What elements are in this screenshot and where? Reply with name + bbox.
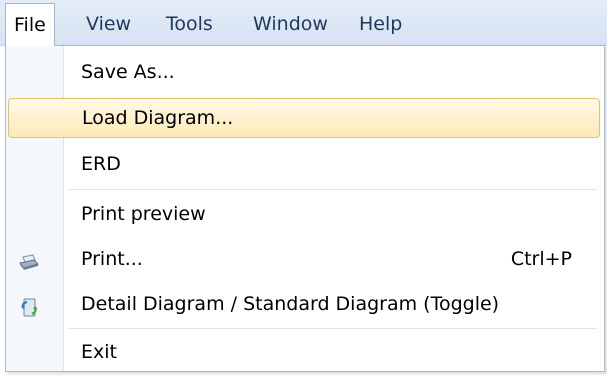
menu-help[interactable]: Help bbox=[359, 10, 402, 38]
menu-item-label: Print preview bbox=[81, 203, 206, 225]
menu-separator bbox=[69, 189, 597, 190]
application-window: View Tools Window Help File Save As... L… bbox=[0, 0, 607, 376]
menu-item-label: Save As... bbox=[81, 61, 175, 83]
printer-icon bbox=[18, 248, 40, 270]
menu-item-shortcut: Ctrl+P bbox=[510, 248, 572, 270]
menu-bar: View Tools Window Help bbox=[0, 0, 607, 46]
menu-item-print[interactable]: Print... Ctrl+P bbox=[6, 239, 602, 279]
file-dropdown-menu: Save As... Load Diagram... ERD Print pre… bbox=[5, 45, 605, 372]
menu-view[interactable]: View bbox=[86, 10, 131, 38]
menu-item-erd[interactable]: ERD bbox=[6, 144, 602, 184]
menu-item-label: Load Diagram... bbox=[82, 107, 234, 129]
toggle-diagram-icon bbox=[18, 293, 40, 317]
menu-item-label: Detail Diagram / Standard Diagram (Toggl… bbox=[81, 293, 500, 315]
menu-window[interactable]: Window bbox=[253, 10, 328, 38]
menu-item-label: Print... bbox=[81, 248, 143, 270]
menu-item-toggle-diagram[interactable]: Detail Diagram / Standard Diagram (Toggl… bbox=[6, 284, 602, 324]
menu-item-label: ERD bbox=[81, 153, 121, 175]
menu-item-load-diagram[interactable]: Load Diagram... bbox=[8, 98, 600, 138]
menu-item-print-preview[interactable]: Print preview bbox=[6, 194, 602, 234]
menu-separator bbox=[69, 328, 597, 329]
menu-tools[interactable]: Tools bbox=[166, 10, 213, 38]
menu-item-exit[interactable]: Exit bbox=[6, 332, 602, 372]
menu-item-label: Exit bbox=[81, 341, 117, 363]
menu-file[interactable]: File bbox=[5, 3, 55, 46]
menu-item-save-as[interactable]: Save As... bbox=[6, 52, 602, 92]
